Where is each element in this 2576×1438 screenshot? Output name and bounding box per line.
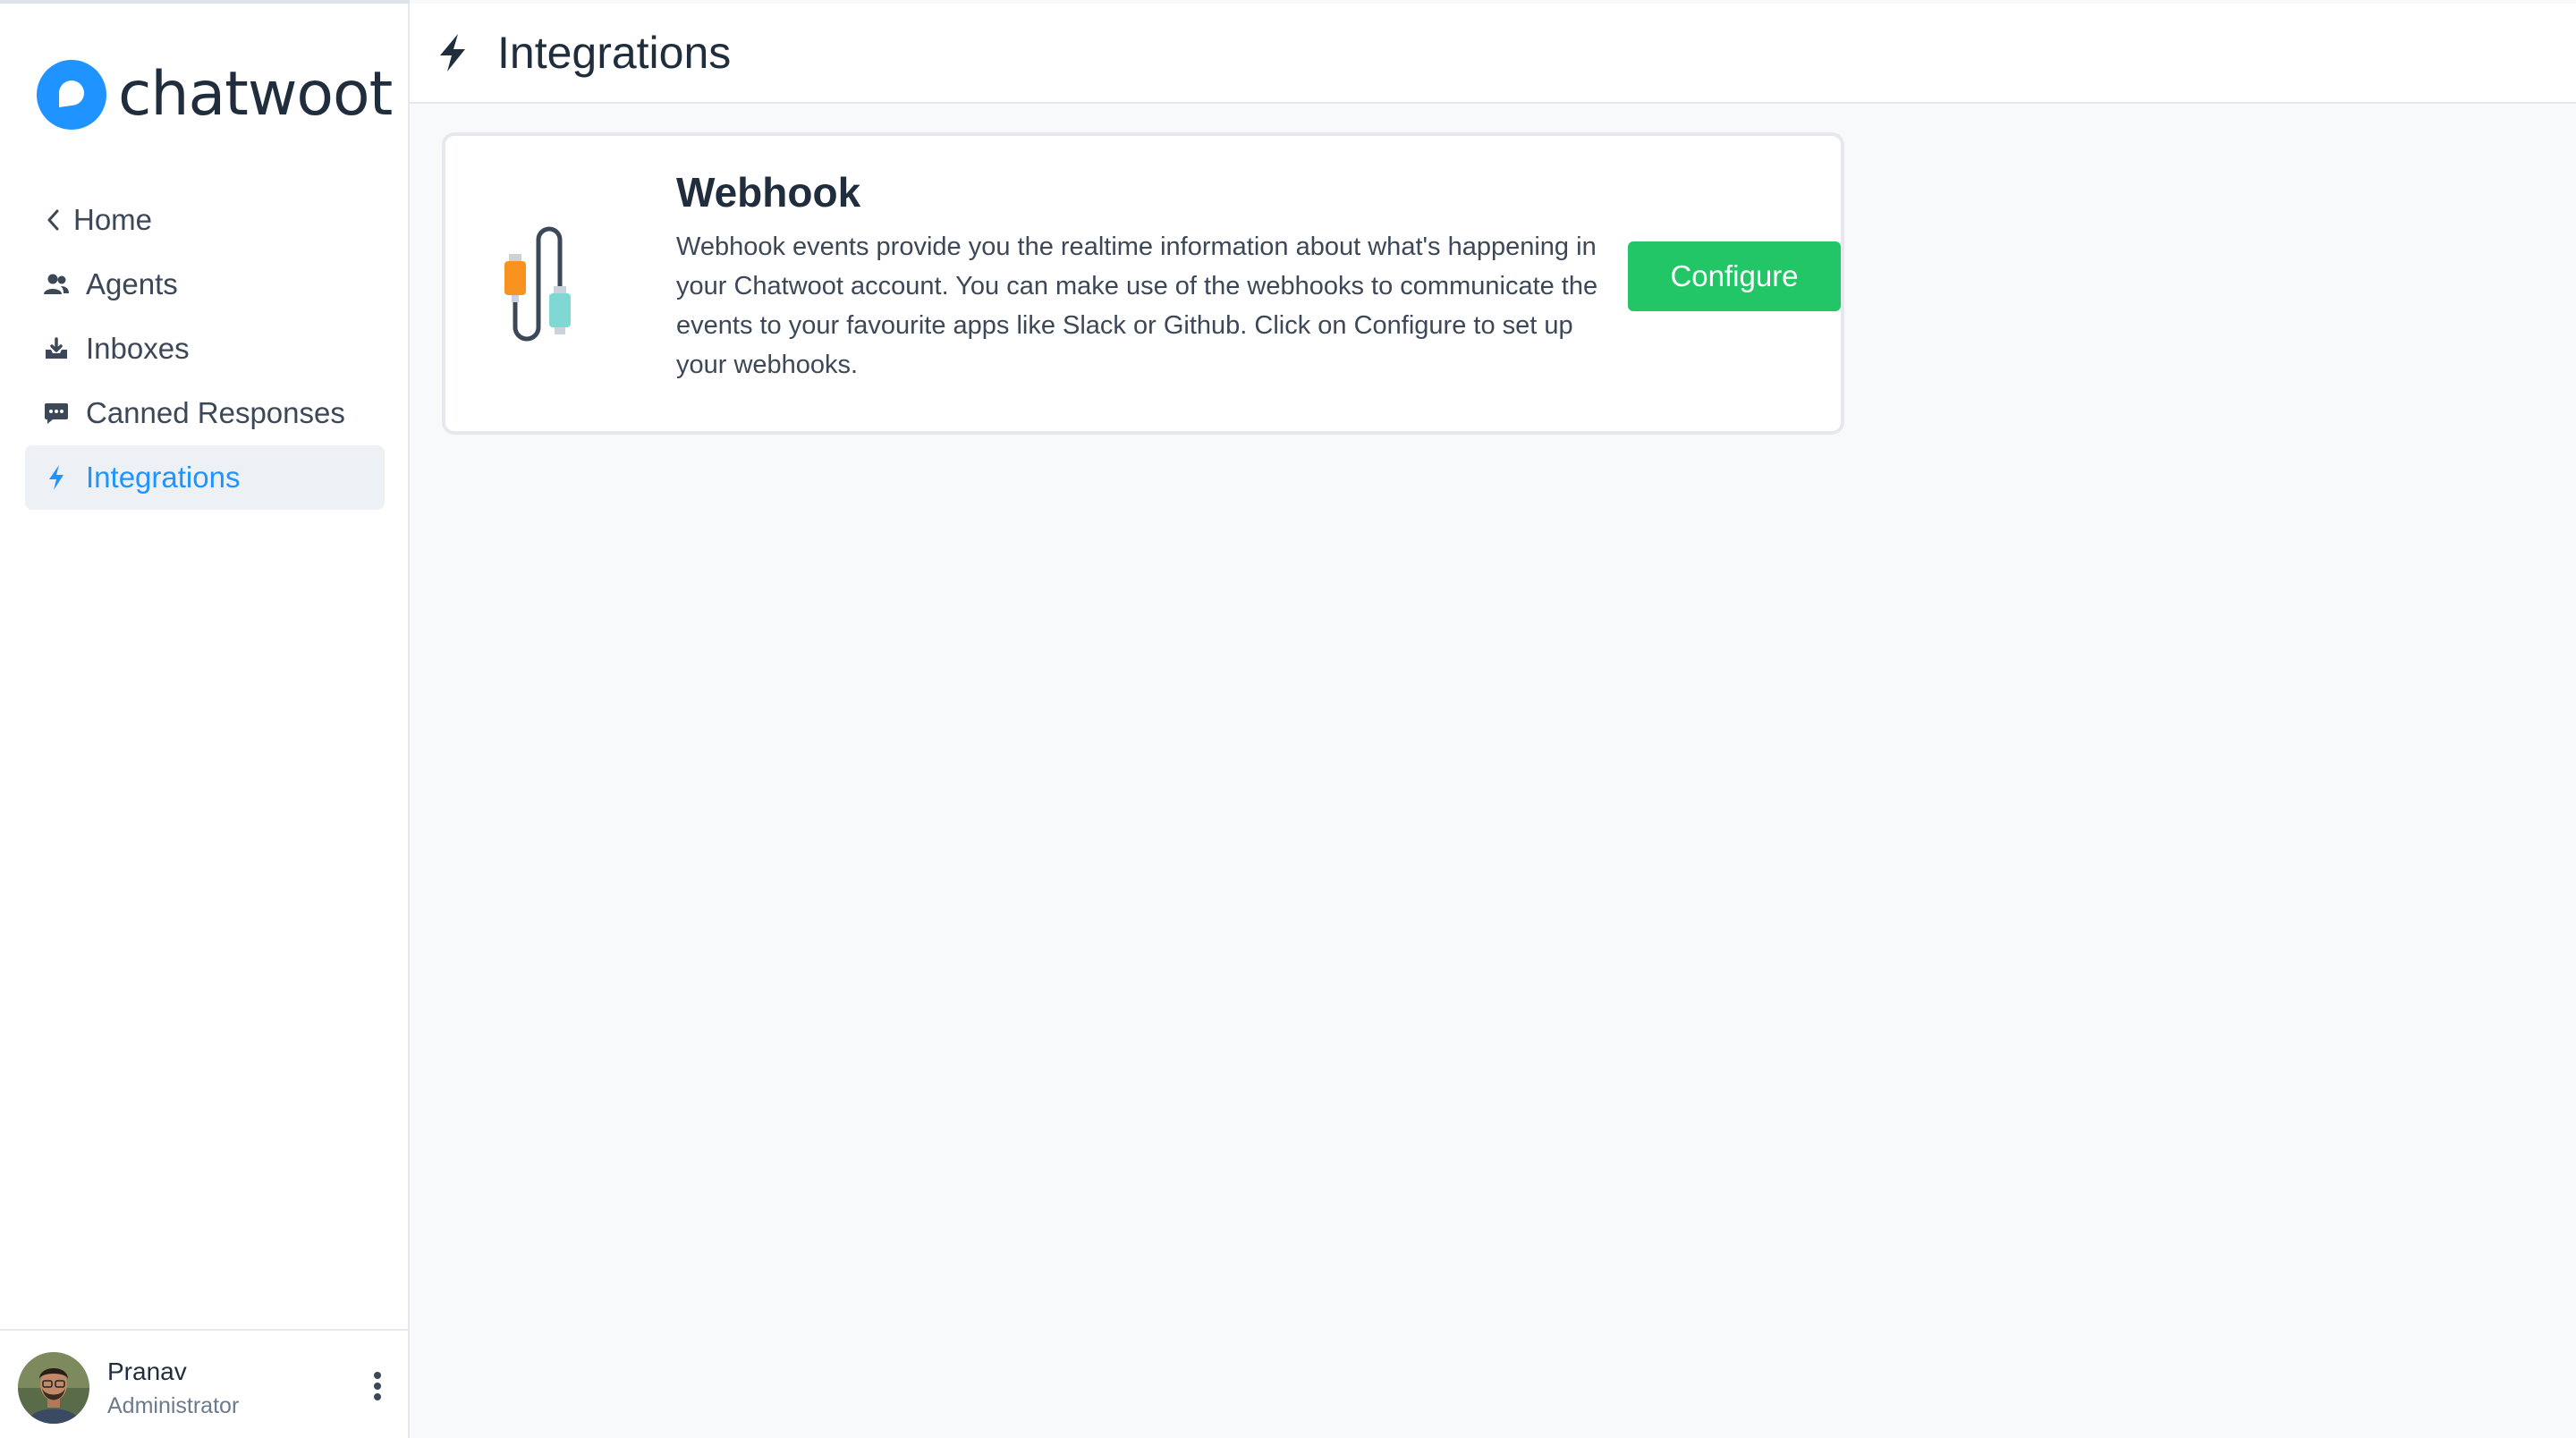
sidebar: chatwoot Home Agents Inboxes Canned Resp… — [0, 0, 410, 1438]
people-icon — [43, 271, 70, 298]
chat-bubble-icon — [43, 400, 70, 427]
sidebar-item-inboxes[interactable]: Inboxes — [25, 317, 385, 381]
user-options-kebab-icon[interactable] — [369, 1368, 386, 1404]
avatar[interactable] — [18, 1352, 89, 1424]
user-role: Administrator — [107, 1393, 240, 1418]
sidebar-item-label: Integrations — [86, 461, 241, 494]
webhook-integration-card: Webhook Webhook events provide you the r… — [442, 132, 1844, 435]
lightning-icon — [440, 34, 465, 72]
sidebar-item-label: Home — [73, 203, 153, 236]
lightning-icon — [43, 464, 70, 491]
sidebar-item-canned-responses[interactable]: Canned Responses — [25, 381, 385, 445]
page-title: Integrations — [497, 28, 732, 78]
page-header: Integrations — [410, 4, 2576, 104]
sidebar-item-home[interactable]: Home — [25, 188, 385, 252]
brand-name: chatwoot — [118, 59, 393, 130]
user-name: Pranav — [107, 1358, 187, 1385]
sidebar-item-integrations[interactable]: Integrations — [25, 445, 385, 510]
chatwoot-logo-icon — [37, 60, 106, 130]
sidebar-item-label: Agents — [86, 267, 178, 300]
sidebar-item-label: Inboxes — [86, 332, 190, 365]
sidebar-nav: Home Agents Inboxes Canned Responses Int… — [25, 188, 385, 510]
sidebar-item-agents[interactable]: Agents — [25, 252, 385, 317]
chatwoot-logo[interactable]: chatwoot — [36, 59, 393, 131]
configure-button[interactable]: Configure — [1628, 241, 1841, 311]
current-user-panel: Pranav Administrator — [0, 1329, 408, 1438]
chevron-left-icon — [43, 207, 63, 233]
integration-description: Webhook events provide you the realtime … — [676, 233, 1598, 379]
integration-title: Webhook — [676, 169, 861, 216]
user-photo-icon — [18, 1352, 89, 1424]
cable-plug-icon — [504, 226, 571, 342]
main-content: Integrations Webhook Webhook events prov… — [410, 0, 2576, 1438]
inbox-download-icon — [43, 335, 70, 362]
sidebar-item-label: Canned Responses — [86, 396, 345, 429]
